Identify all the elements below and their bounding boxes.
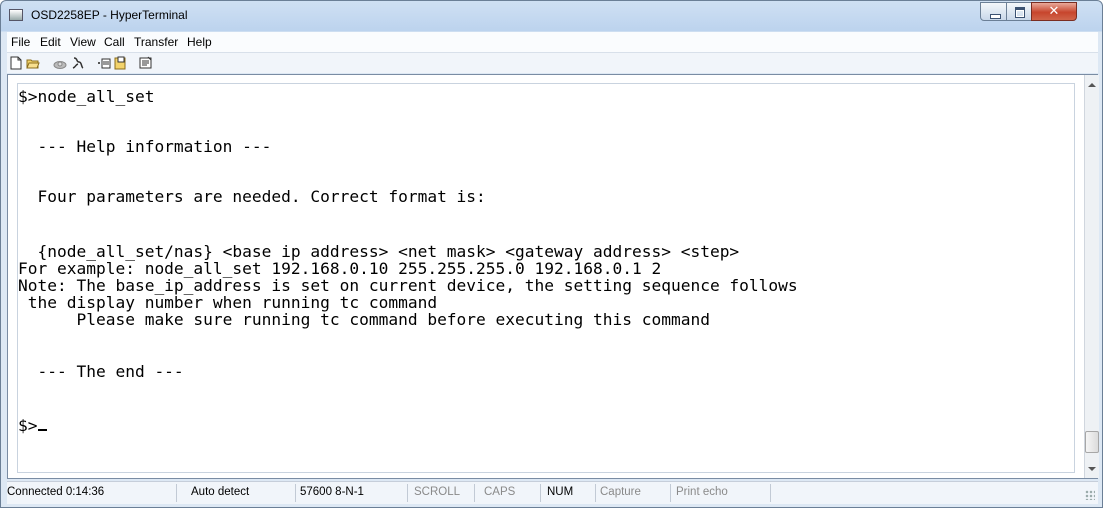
- status-divider: [295, 484, 296, 502]
- title-bar[interactable]: OSD2258EP - HyperTerminal ✕: [1, 1, 1102, 31]
- toolbar: [7, 53, 1098, 73]
- status-bar: Connected 0:14:36 Auto detect 57600 8-N-…: [7, 481, 1098, 504]
- app-window: OSD2258EP - HyperTerminal ✕ File Edit Vi…: [0, 0, 1103, 508]
- minimize-icon: [990, 14, 1001, 19]
- close-button[interactable]: ✕: [1031, 2, 1077, 21]
- terminal-prompt: $>: [18, 416, 38, 435]
- status-divider: [474, 484, 475, 502]
- terminal-line: $>node_all_set: [18, 87, 155, 106]
- open-folder-icon[interactable]: [26, 56, 40, 70]
- status-baud: 57600 8-N-1: [300, 486, 364, 498]
- status-caps: CAPS: [484, 486, 516, 498]
- receive-icon[interactable]: [114, 56, 128, 70]
- status-divider: [540, 484, 541, 502]
- status-connected: Connected 0:14:36: [7, 486, 105, 498]
- terminal-line: Four parameters are needed. Correct form…: [18, 187, 486, 206]
- scroll-up-arrow-icon[interactable]: [1088, 83, 1096, 87]
- status-detect: Auto detect: [191, 486, 250, 498]
- status-divider: [407, 484, 408, 502]
- phone-icon[interactable]: [53, 56, 67, 70]
- status-divider: [770, 484, 771, 502]
- close-icon: ✕: [1048, 4, 1060, 19]
- menu-bar: File Edit View Call Transfer Help: [7, 32, 1098, 53]
- menu-transfer[interactable]: Transfer: [134, 35, 178, 49]
- vertical-scrollbar[interactable]: [1084, 75, 1099, 478]
- status-divider: [670, 484, 671, 502]
- terminal-screen[interactable]: $>node_all_set --- Help information --- …: [17, 83, 1075, 473]
- scroll-down-arrow-icon[interactable]: [1088, 467, 1096, 471]
- menu-help[interactable]: Help: [187, 35, 212, 49]
- new-document-icon[interactable]: [9, 56, 23, 70]
- resize-grip-icon[interactable]: [1085, 490, 1095, 500]
- status-capture: Capture: [600, 486, 641, 498]
- menu-view[interactable]: View: [70, 35, 96, 49]
- maximize-icon: [1015, 7, 1025, 18]
- menu-file[interactable]: File: [11, 35, 30, 49]
- terminal-frame: $>node_all_set --- Help information --- …: [7, 74, 1099, 479]
- maximize-button[interactable]: [1006, 2, 1032, 21]
- status-divider: [595, 484, 596, 502]
- status-num: NUM: [547, 486, 574, 498]
- properties-icon[interactable]: [139, 56, 153, 70]
- minimize-button[interactable]: [980, 2, 1007, 21]
- disconnect-icon[interactable]: [71, 56, 85, 70]
- send-icon[interactable]: [97, 56, 111, 70]
- status-divider: [176, 484, 177, 502]
- scrollbar-thumb[interactable]: [1085, 431, 1099, 453]
- menu-call[interactable]: Call: [104, 35, 125, 49]
- status-scroll: SCROLL: [414, 486, 461, 498]
- hyperterminal-icon: [9, 9, 23, 21]
- menu-edit[interactable]: Edit: [40, 35, 61, 49]
- window-title: OSD2258EP - HyperTerminal: [31, 8, 188, 22]
- terminal-line: --- The end ---: [18, 362, 184, 381]
- status-print-echo: Print echo: [676, 486, 728, 498]
- terminal-prompt-line: $>: [18, 417, 47, 435]
- text-cursor: [37, 429, 47, 431]
- terminal-line: --- Help information ---: [18, 137, 272, 156]
- terminal-line: Please make sure running tc command befo…: [18, 310, 710, 329]
